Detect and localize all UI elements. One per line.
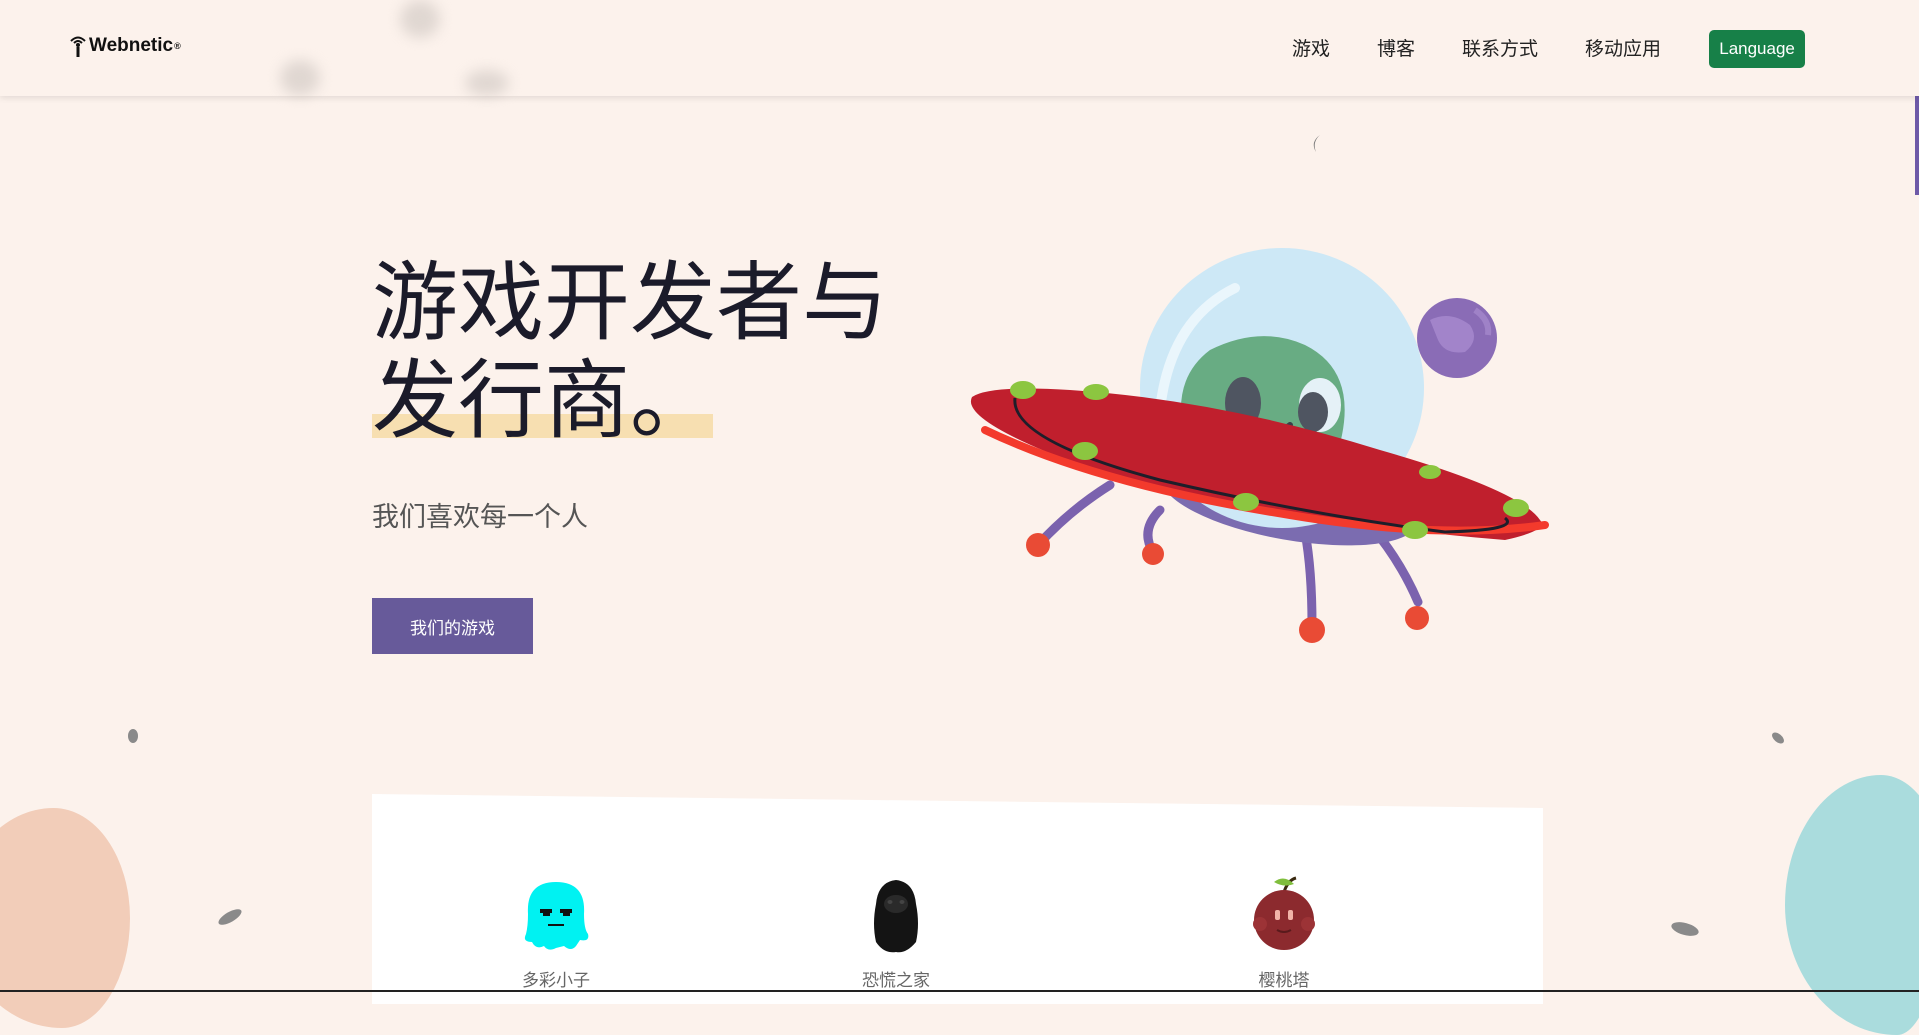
logo-registered-mark: ® [174, 41, 181, 51]
cyan-blob-character-icon [524, 882, 589, 950]
black-gorilla-character-icon [874, 880, 918, 953]
decorative-speck [1671, 922, 1699, 936]
game-title[interactable]: 多彩小子 [456, 966, 656, 991]
decorative-speck [1313, 135, 1320, 152]
hero-title-line-1: 游戏开发者与 [372, 253, 888, 353]
hero-title-line-2: 发行商。 [372, 351, 716, 451]
nav-link-contact[interactable]: 联系方式 [1462, 34, 1538, 64]
logo-text: Webnetic [89, 35, 174, 56]
planet-icon [1417, 298, 1497, 378]
decorative-blob [1785, 775, 1919, 1035]
alien-ufo-illustration [970, 248, 1549, 643]
main-nav: 游戏 博客 联系方式 移动应用 Language [1292, 30, 1806, 68]
decorative-speck [1772, 732, 1784, 744]
games-panel: 多彩小子 恐慌之家 樱桃塔 [372, 794, 1543, 1004]
nav-link-mobile-apps[interactable]: 移动应用 [1585, 34, 1661, 64]
blurred-decoration [465, 70, 509, 96]
decorative-blob [0, 808, 130, 1028]
hero-title: 游戏开发者与 发行商。 [372, 254, 888, 450]
game-card[interactable]: 樱桃塔 [1184, 874, 1384, 991]
wifi-logo-icon [70, 36, 86, 57]
hero-subtitle: 我们喜欢每一个人 [372, 502, 588, 533]
ufo-feet [1026, 533, 1429, 643]
game-title[interactable]: 樱桃塔 [1184, 966, 1384, 991]
cherry-character-icon [1253, 876, 1315, 950]
our-games-button[interactable]: 我们的游戏 [372, 598, 533, 654]
game-title[interactable]: 恐慌之家 [796, 966, 996, 991]
logo[interactable]: Webnetic ® [70, 34, 181, 58]
game-card[interactable]: 恐慌之家 [796, 874, 996, 991]
blurred-decoration [280, 60, 320, 96]
decorative-speck [218, 909, 242, 925]
site-header: Webnetic ® 游戏 博客 联系方式 移动应用 Language [0, 0, 1919, 96]
blurred-decoration [400, 0, 440, 38]
decorative-speck [128, 729, 138, 743]
language-button[interactable]: Language [1709, 30, 1806, 68]
nav-link-blog[interactable]: 博客 [1377, 34, 1415, 64]
nav-link-games[interactable]: 游戏 [1292, 34, 1330, 64]
game-card[interactable]: 多彩小子 [456, 874, 656, 991]
